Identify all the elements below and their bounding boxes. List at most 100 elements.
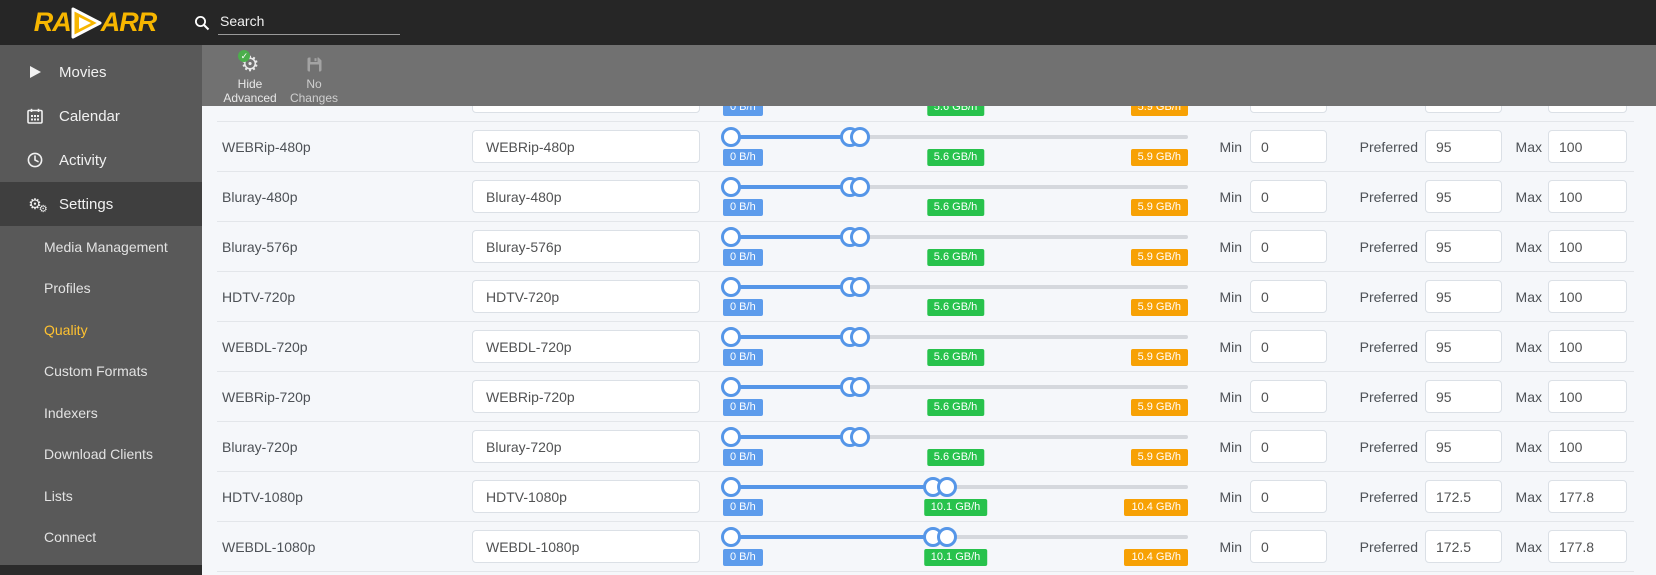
quality-title: WEBRip-720p: [222, 389, 311, 405]
min-label: Min: [1219, 339, 1242, 355]
preferred-label: Preferred: [1359, 139, 1418, 155]
sidebar-item-quality[interactable]: Quality: [0, 309, 202, 351]
quality-title: WEBDL-1080p: [222, 539, 316, 555]
quality-name-input[interactable]: [472, 330, 700, 363]
quality-settings-page: 0 B/h 5.6 GB/h 5.9 GB/h Min Preferred Ma…: [202, 45, 1656, 575]
radarr-logo[interactable]: RA ARR: [0, 6, 190, 40]
slider-max-handle[interactable]: [850, 227, 871, 247]
slider-max-handle[interactable]: [937, 527, 958, 547]
min-size-input[interactable]: [1250, 230, 1327, 263]
max-size-input[interactable]: [1548, 380, 1627, 413]
max-size-badge: 10.4 GB/h: [1124, 549, 1188, 566]
sidebar-item-profiles[interactable]: Profiles: [0, 268, 202, 310]
max-size-input[interactable]: [1548, 530, 1627, 563]
min-size-input[interactable]: [1250, 280, 1327, 313]
max-size-input[interactable]: [1548, 330, 1627, 363]
min-size-input[interactable]: [1250, 130, 1327, 163]
slider-max-handle[interactable]: [850, 127, 871, 147]
min-size-input[interactable]: [1250, 530, 1327, 563]
slider-max-handle[interactable]: [850, 427, 871, 447]
logo-text-left: RA: [33, 7, 72, 37]
slider-min-handle[interactable]: [721, 277, 742, 297]
preferred-label: Preferred: [1359, 239, 1418, 255]
sidebar-item-movies[interactable]: Movies: [0, 50, 202, 94]
max-size-badge: 5.9 GB/h: [1130, 399, 1188, 416]
quality-name-input[interactable]: [472, 530, 700, 563]
min-size-input[interactable]: [1250, 430, 1327, 463]
slider-min-handle[interactable]: [721, 327, 742, 347]
quality-name-input[interactable]: [472, 480, 700, 513]
quality-name-input[interactable]: [472, 180, 700, 213]
max-size-input[interactable]: [1548, 480, 1627, 513]
quality-name-input[interactable]: [472, 430, 700, 463]
sidebar-item-download-clients[interactable]: Download Clients: [0, 434, 202, 476]
slider-max-handle[interactable]: [850, 277, 871, 297]
min-size-input[interactable]: [1250, 380, 1327, 413]
quality-size-slider: 0 B/h 5.6 GB/h 5.9 GB/h: [721, 372, 1188, 422]
slider-min-handle[interactable]: [721, 177, 742, 197]
sidebar-item-settings[interactable]: ⚙ ⚙ Settings: [0, 182, 202, 226]
max-label: Max: [1515, 489, 1542, 505]
max-label: Max: [1515, 339, 1542, 355]
quality-rows: 0 B/h 5.6 GB/h 5.9 GB/h Min Preferred Ma…: [202, 72, 1656, 572]
slider-min-handle[interactable]: [721, 427, 742, 447]
min-size-badge: 0 B/h: [723, 399, 763, 416]
min-label: Min: [1219, 239, 1242, 255]
sidebar-item-label: Calendar: [59, 107, 120, 125]
sidebar-item-custom-formats[interactable]: Custom Formats: [0, 351, 202, 393]
min-size-badge: 0 B/h: [723, 349, 763, 366]
slider-min-handle[interactable]: [721, 377, 742, 397]
slider-max-handle[interactable]: [937, 477, 958, 497]
max-size-input[interactable]: [1548, 130, 1627, 163]
preferred-label: Preferred: [1359, 389, 1418, 405]
slider-max-handle[interactable]: [850, 177, 871, 197]
slider-min-handle[interactable]: [721, 127, 742, 147]
slider-min-handle[interactable]: [721, 477, 742, 497]
preferred-size-badge: 5.6 GB/h: [926, 199, 985, 216]
min-size-input[interactable]: [1250, 180, 1327, 213]
quality-name-input[interactable]: [472, 380, 700, 413]
sidebar-item-calendar[interactable]: Calendar: [0, 94, 202, 138]
sidebar-item-indexers[interactable]: Indexers: [0, 392, 202, 434]
sidebar-item-lists[interactable]: Lists: [0, 475, 202, 517]
quality-size-slider: 0 B/h 5.6 GB/h 5.9 GB/h: [721, 172, 1188, 222]
max-label: Max: [1515, 239, 1542, 255]
quality-title: WEBDL-720p: [222, 339, 308, 355]
quality-size-slider: 0 B/h 5.6 GB/h 5.9 GB/h: [721, 122, 1188, 172]
sidebar-item-connect[interactable]: Connect: [0, 517, 202, 559]
slider-max-handle[interactable]: [850, 377, 871, 397]
quality-name-input[interactable]: [472, 130, 700, 163]
search-input[interactable]: [218, 10, 400, 35]
quality-size-slider: 0 B/h 10.1 GB/h 10.4 GB/h: [721, 472, 1188, 522]
slider-fill: [723, 485, 948, 489]
slider-max-handle[interactable]: [850, 327, 871, 347]
quality-definition-row: HDTV-720p 0 B/h 5.6 GB/h 5.9 GB/h Min Pr…: [202, 272, 1656, 322]
sidebar-item-activity[interactable]: Activity: [0, 138, 202, 182]
preferred-label: Preferred: [1359, 489, 1418, 505]
min-label: Min: [1219, 389, 1242, 405]
max-size-input[interactable]: [1548, 280, 1627, 313]
quality-name-input[interactable]: [472, 230, 700, 263]
max-size-input[interactable]: [1548, 230, 1627, 263]
max-size-input[interactable]: [1548, 430, 1627, 463]
min-label: Min: [1219, 139, 1242, 155]
no-changes-save-button[interactable]: No Changes: [282, 51, 346, 106]
max-label: Max: [1515, 539, 1542, 555]
min-size-input[interactable]: [1250, 330, 1327, 363]
quality-title: Bluray-576p: [222, 239, 298, 255]
slider-min-handle[interactable]: [721, 527, 742, 547]
min-size-badge: 0 B/h: [723, 249, 763, 266]
max-label: Max: [1515, 139, 1542, 155]
quality-title: HDTV-720p: [222, 289, 296, 305]
search-icon: [195, 15, 210, 30]
min-size-input[interactable]: [1250, 480, 1327, 513]
quality-title: Bluray-720p: [222, 439, 298, 455]
slider-min-handle[interactable]: [721, 227, 742, 247]
quality-name-input[interactable]: [472, 280, 700, 313]
hide-advanced-button[interactable]: ⚙ ✓ Hide Advanced: [218, 50, 282, 106]
sidebar-item-media-management[interactable]: Media Management: [0, 226, 202, 268]
sidebar-item-label: Activity: [59, 151, 107, 169]
max-size-input[interactable]: [1548, 180, 1627, 213]
quality-title: WEBRip-480p: [222, 139, 311, 155]
max-size-badge: 5.9 GB/h: [1130, 449, 1188, 466]
